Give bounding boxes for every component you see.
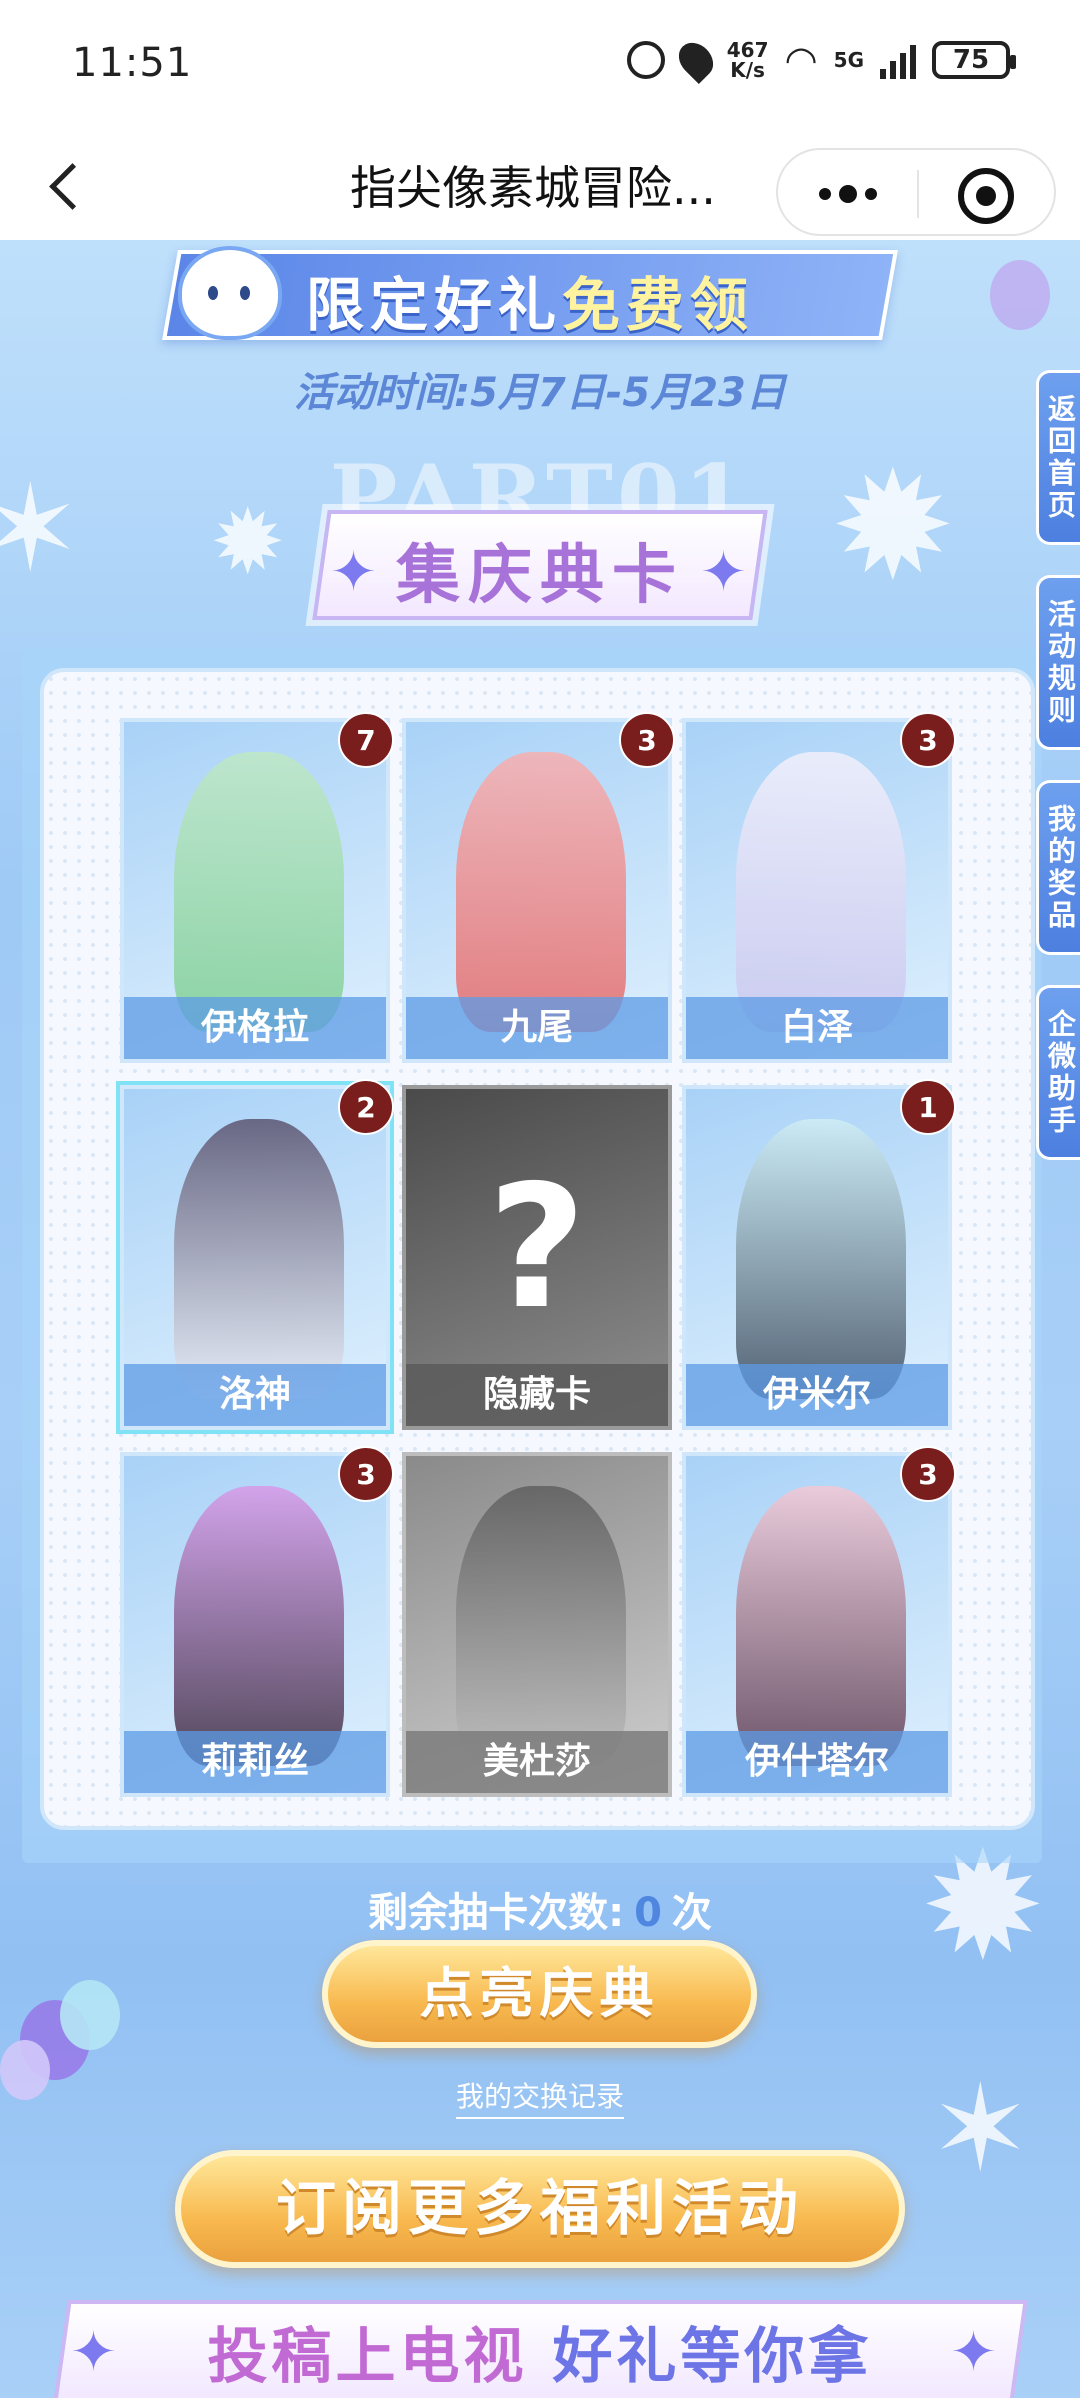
side-tab-rules[interactable]: 活动规则: [1036, 575, 1080, 750]
battery-level: 75: [952, 45, 990, 75]
status-icons: 467 K/s ◠ 5G 75: [626, 35, 1016, 85]
card-yishitaer[interactable]: 伊什塔尔: [682, 1452, 952, 1797]
mini-program-capsule: [776, 148, 1056, 236]
card-label: 伊格拉: [124, 997, 386, 1059]
bottom-banner-text: 投稿上电视 好礼等你拿: [60, 2308, 1020, 2395]
exchange-record-link[interactable]: 我的交换记录: [0, 2075, 1080, 2119]
character-image: [456, 752, 626, 1032]
status-time: 11:51: [72, 40, 193, 86]
balloon-decoration: [990, 260, 1050, 330]
card-yimier[interactable]: 伊米尔: [682, 1085, 952, 1430]
close-mini-program-button[interactable]: [958, 168, 1014, 224]
exchange-record-label: 我的交换记录: [455, 2080, 624, 2119]
dot-icon: [839, 185, 857, 203]
card-label: 莉莉丝: [124, 1731, 386, 1793]
event-content: ✶ ✹ ✹ ✹ ✶ 限定好礼免费领 活动时间:5月7日-5月23日 PART01…: [0, 240, 1080, 2398]
card-label: 伊什塔尔: [686, 1731, 948, 1793]
bottom-banner-part2: 好礼等你拿: [552, 2322, 873, 2392]
alarm-icon: [626, 41, 665, 79]
nav-bar: 指尖像素城冒险...: [0, 130, 1080, 240]
card-label: 隐藏卡: [406, 1364, 668, 1426]
balloon-decoration: [60, 1980, 120, 2050]
section-title: 集庆典卡: [396, 539, 684, 613]
net-speed: 467 K/s: [727, 40, 769, 80]
dot-icon: [865, 188, 877, 200]
banner-highlight: 免费领: [562, 271, 755, 339]
character-image: [174, 1486, 344, 1766]
battery-icon: 75: [932, 41, 1016, 79]
card-yigela[interactable]: 伊格拉: [120, 718, 390, 1063]
card-lilisi[interactable]: 莉莉丝: [120, 1452, 390, 1797]
question-mark-icon: ?: [487, 1149, 587, 1347]
card-count-badge: 3: [338, 1446, 394, 1502]
dot-icon: [819, 188, 831, 200]
card-luoshen[interactable]: 洛神: [120, 1085, 390, 1430]
status-bar: 11:51 467 K/s ◠ 5G 75: [0, 0, 1080, 130]
header-banner-text: 限定好礼免费领: [170, 258, 890, 342]
back-button[interactable]: [40, 156, 100, 216]
card-count-badge: 7: [338, 712, 394, 768]
signal-icon: [880, 41, 916, 79]
side-tab-assistant[interactable]: 企微助手: [1036, 985, 1080, 1160]
character-image: [456, 1486, 626, 1766]
character-image: [736, 752, 906, 1032]
card-label: 美杜莎: [406, 1731, 668, 1793]
more-button[interactable]: [798, 164, 898, 224]
card-label: 白泽: [686, 997, 948, 1059]
character-image: [174, 1119, 344, 1399]
card-count-badge: 3: [900, 712, 956, 768]
draw-count-prefix: 剩余抽卡次数:: [368, 1890, 625, 1936]
card-count-badge: 1: [900, 1079, 956, 1135]
card-meidusha[interactable]: 美杜莎: [402, 1452, 672, 1797]
card-label: 伊米尔: [686, 1364, 948, 1426]
subscribe-button[interactable]: 订阅更多福利活动: [175, 2150, 905, 2268]
card-label: 九尾: [406, 997, 668, 1059]
wifi-icon: ◠: [784, 38, 818, 82]
event-time: 活动时间:5月7日-5月23日: [294, 370, 786, 416]
page-title: 指尖像素城冒险...: [350, 161, 716, 215]
side-tab-home[interactable]: 返回首页: [1036, 370, 1080, 545]
capsule-divider: [917, 170, 919, 218]
card-baize[interactable]: 白泽: [682, 718, 952, 1063]
draw-count-value: 0: [634, 1890, 662, 1936]
character-image: [174, 752, 344, 1032]
character-image: [736, 1486, 906, 1766]
bottom-banner-part1: 投稿上电视: [207, 2322, 528, 2392]
light-up-button[interactable]: 点亮庆典: [322, 1940, 757, 2048]
side-tab-prizes[interactable]: 我的奖品: [1036, 780, 1080, 955]
banner-prefix: 限定好礼: [305, 271, 562, 339]
character-image: [736, 1119, 906, 1399]
card-count-badge: 3: [619, 712, 675, 768]
card-count-badge: 3: [900, 1446, 956, 1502]
card-label: 洛神: [124, 1364, 386, 1426]
card-jiuwei[interactable]: 九尾: [402, 718, 672, 1063]
location-icon: [671, 35, 720, 85]
network-type: 5G: [833, 48, 864, 72]
draw-count-suffix: 次: [671, 1890, 712, 1936]
card-hidden[interactable]: ? 隐藏卡: [402, 1085, 672, 1430]
card-count-badge: 2: [338, 1079, 394, 1135]
draw-count: 剩余抽卡次数: 0 次: [0, 1880, 1080, 1938]
net-speed-unit: K/s: [730, 58, 765, 82]
